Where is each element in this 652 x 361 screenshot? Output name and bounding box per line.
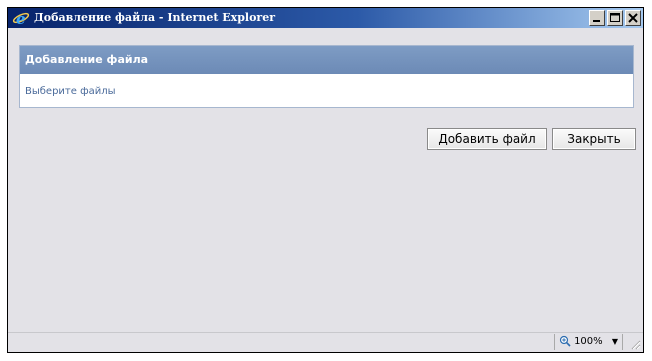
zoom-control[interactable]: 100% ▼	[553, 334, 623, 350]
ie-window: e Добавление файла - Internet Explorer Д…	[7, 7, 644, 353]
maximize-icon	[610, 13, 620, 22]
maximize-button[interactable]	[607, 10, 623, 26]
window-controls	[587, 10, 641, 26]
status-bar: 100% ▼	[8, 332, 643, 352]
choose-files-link[interactable]: Выберите файлы	[25, 86, 633, 97]
close-button[interactable]	[625, 10, 641, 26]
svg-text:e: e	[16, 10, 26, 27]
magnifier-plus-icon	[559, 335, 571, 347]
resize-grip-icon[interactable]	[629, 338, 641, 350]
window-title: Добавление файла - Internet Explorer	[34, 11, 275, 24]
minimize-icon	[593, 20, 600, 22]
zoom-level: 100%	[574, 336, 603, 347]
title-bar[interactable]: e Добавление файла - Internet Explorer	[8, 8, 643, 28]
add-file-button[interactable]: Добавить файл	[427, 128, 547, 150]
minimize-button[interactable]	[589, 10, 605, 26]
internet-explorer-icon: e	[12, 9, 30, 28]
panel-header: Добавление файла	[20, 46, 633, 74]
zoom-dropdown-icon[interactable]: ▼	[612, 337, 618, 346]
add-file-panel: Добавление файла Выберите файлы	[19, 45, 634, 108]
close-icon	[628, 13, 638, 23]
close-dialog-button[interactable]: Закрыть	[552, 128, 636, 150]
